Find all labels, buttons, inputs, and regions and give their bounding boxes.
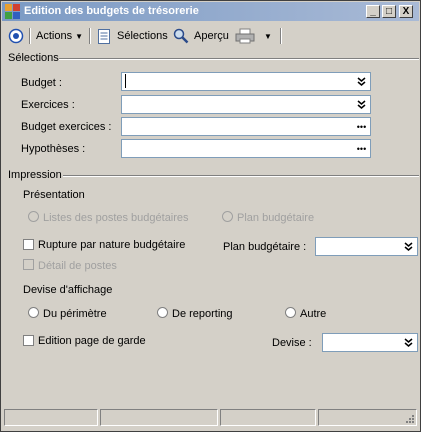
radio-perimetre-label: Du périmètre [43, 308, 107, 320]
radio-listes[interactable] [28, 211, 39, 222]
document-icon [98, 28, 110, 44]
chevron-double-down-icon[interactable] [354, 74, 369, 89]
devise-label: Devise : [272, 337, 312, 349]
chevron-double-down-icon[interactable] [401, 239, 416, 254]
checkbox-rupture[interactable] [23, 239, 34, 250]
radio-listes-label: Listes des postes budgétaires [43, 212, 189, 224]
minimize-button[interactable]: _ [366, 5, 380, 18]
budget-exercices-field[interactable]: ••• [121, 117, 371, 136]
actions-menu-button[interactable]: Actions ▼ [36, 27, 83, 45]
radio-perimetre[interactable] [28, 307, 39, 318]
status-bar [4, 409, 417, 427]
print-dropdown-icon[interactable]: ▼ [264, 27, 272, 45]
selections-label: Sélections [117, 30, 168, 42]
title-bar[interactable]: Edition des budgets de trésorerie _ □ X [2, 2, 419, 21]
radio-plan-label: Plan budgétaire [237, 212, 315, 224]
impression-divider [63, 175, 419, 177]
radio-reporting-label: De reporting [172, 308, 233, 320]
chevron-double-down-icon[interactable] [401, 335, 416, 350]
checkbox-detail-label: Détail de postes [38, 260, 117, 272]
presentation-title: Présentation [23, 189, 85, 201]
checkbox-edition[interactable] [23, 335, 34, 346]
apercu-button[interactable]: Aperçu [173, 27, 229, 45]
exercices-field[interactable] [121, 95, 371, 114]
dialog-window: Edition des budgets de trésorerie _ □ X … [0, 0, 421, 432]
impression-section-title: Impression [8, 169, 62, 181]
checkbox-detail[interactable] [23, 259, 34, 270]
window-title: Edition des budgets de trésorerie [24, 5, 199, 17]
close-button[interactable]: X [399, 5, 413, 18]
resize-grip-icon[interactable] [404, 413, 415, 424]
maximize-button[interactable]: □ [382, 5, 396, 18]
apercu-label: Aperçu [194, 30, 229, 42]
hypotheses-field[interactable]: ••• [121, 139, 371, 158]
home-icon[interactable] [8, 27, 24, 45]
toolbar: Actions ▼ Sélections Aperçu ▼ [2, 24, 419, 48]
status-panel [4, 409, 98, 426]
selections-section-title: Sélections [8, 52, 59, 64]
budget-label: Budget : [21, 77, 62, 89]
hypotheses-label: Hypothèses : [21, 143, 86, 155]
devise-affichage-title: Devise d'affichage [23, 284, 113, 296]
actions-label: Actions [36, 30, 73, 42]
radio-plan[interactable] [222, 211, 233, 222]
checkbox-rupture-label: Rupture par nature budgétaire [38, 239, 186, 251]
chevron-down-icon: ▼ [75, 31, 83, 41]
status-panel [318, 409, 417, 426]
status-panel [100, 409, 218, 426]
status-panel [220, 409, 316, 426]
plan-budgetaire-select[interactable] [315, 237, 418, 256]
exercices-label: Exercices : [21, 99, 75, 111]
plan-budgetaire-label: Plan budgétaire : [223, 241, 307, 253]
selections-button[interactable]: Sélections [97, 27, 168, 45]
radio-autre-label: Autre [300, 308, 327, 320]
radio-reporting[interactable] [157, 307, 168, 318]
budget-field[interactable] [121, 72, 371, 91]
checkbox-edition-label: Edition page de garde [38, 335, 146, 347]
printer-icon [235, 28, 255, 44]
magnifier-icon [173, 28, 189, 44]
budget-exercices-label: Budget exercices : [21, 121, 112, 133]
ellipsis-icon[interactable]: ••• [354, 141, 369, 156]
chevron-double-down-icon[interactable] [354, 97, 369, 112]
devise-select[interactable] [322, 333, 418, 352]
ellipsis-icon[interactable]: ••• [354, 119, 369, 134]
selections-divider [59, 58, 419, 60]
print-button[interactable] [235, 27, 255, 45]
radio-autre[interactable] [285, 307, 296, 318]
app-icon [5, 4, 20, 19]
